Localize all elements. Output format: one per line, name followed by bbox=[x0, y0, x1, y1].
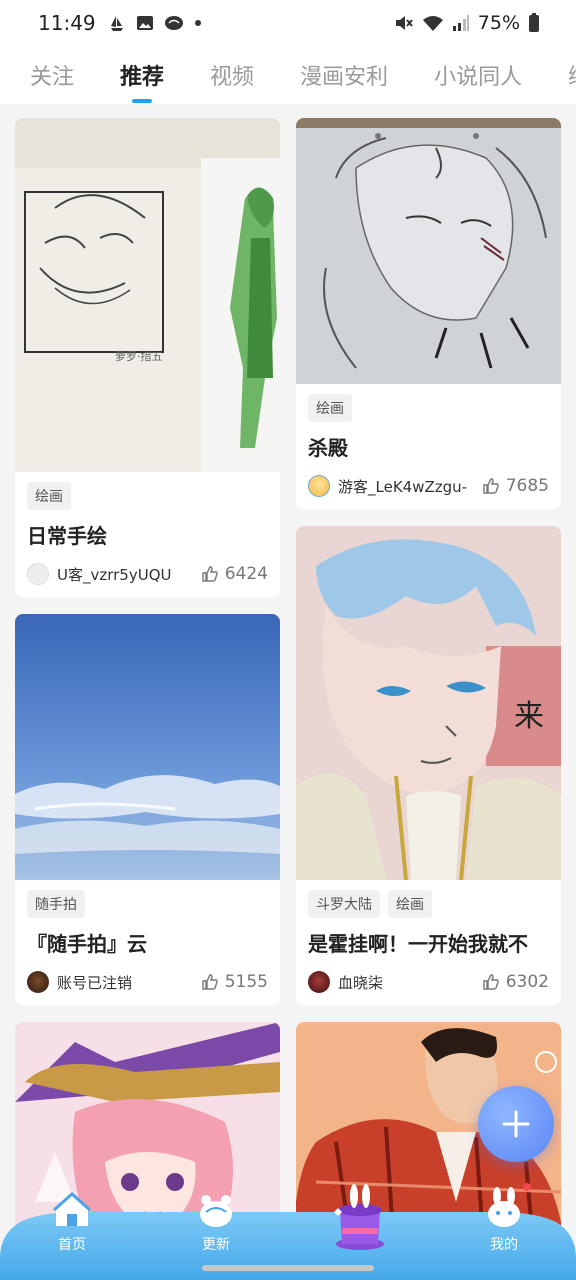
author-name[interactable]: 游客_LeK4wZzgu- bbox=[338, 476, 482, 497]
nav-update-label: 更新 bbox=[202, 1237, 230, 1253]
nav-mine-label: 我的 bbox=[490, 1237, 518, 1253]
author-name[interactable]: 血晓柒 bbox=[338, 972, 482, 993]
tab-follow[interactable]: 关注 bbox=[30, 59, 74, 91]
thumbs-up-icon[interactable] bbox=[201, 565, 219, 583]
more-notifications-dot-icon bbox=[194, 19, 202, 27]
update-mascot-icon bbox=[196, 1190, 236, 1230]
avatar[interactable] bbox=[308, 475, 330, 497]
tab-drawing[interactable]: 绘 bbox=[568, 59, 576, 91]
plus-icon bbox=[501, 1109, 531, 1139]
notification-dot-icon bbox=[522, 1182, 532, 1192]
status-time: 11:49 bbox=[38, 11, 96, 35]
avatar[interactable] bbox=[27, 971, 49, 993]
battery-percent: 75% bbox=[477, 12, 520, 34]
post-title: 日常手绘 bbox=[27, 524, 107, 548]
svg-text:来: 来 bbox=[514, 699, 544, 734]
post-tag[interactable]: 绘画 bbox=[388, 890, 432, 918]
post-tag[interactable]: 绘画 bbox=[308, 394, 352, 422]
category-tabs: 关注 推荐 视频 漫画安利 小说同人 绘 bbox=[0, 46, 576, 104]
home-icon bbox=[52, 1190, 92, 1230]
status-bar: 11:49 75% bbox=[0, 0, 576, 46]
app-notification-icon bbox=[164, 14, 184, 32]
post-image[interactable]: 萝罗·措五 bbox=[15, 118, 280, 472]
system-home-indicator[interactable] bbox=[202, 1265, 374, 1271]
post-title: 杀殿 bbox=[308, 436, 348, 460]
thumbs-up-icon[interactable] bbox=[482, 973, 500, 991]
tab-recommend[interactable]: 推荐 bbox=[120, 59, 164, 91]
mute-icon bbox=[394, 14, 414, 32]
thumbs-up-icon[interactable] bbox=[201, 973, 219, 991]
post-tag[interactable]: 斗罗大陆 bbox=[308, 890, 380, 918]
post-title: 『随手拍』云 bbox=[27, 932, 147, 956]
nav-home[interactable]: 首页 bbox=[32, 1191, 112, 1258]
battery-icon bbox=[528, 13, 540, 33]
magic-hat-icon bbox=[330, 1182, 390, 1254]
nav-magic-hat[interactable] bbox=[320, 1184, 400, 1258]
thumbs-up-icon[interactable] bbox=[482, 477, 500, 495]
tab-video[interactable]: 视频 bbox=[210, 59, 254, 91]
like-count: 6302 bbox=[505, 972, 549, 992]
post-card[interactable]: 绘画 杀殿 游客_LeK4wZzgu- 7685 bbox=[296, 118, 561, 509]
create-post-button[interactable] bbox=[478, 1086, 554, 1162]
tab-novel-fanfic[interactable]: 小说同人 bbox=[434, 59, 522, 91]
post-title: 是霍挂啊！一开始我就不 bbox=[308, 932, 528, 956]
signal-icon bbox=[452, 14, 470, 32]
nav-mine[interactable]: 我的 bbox=[464, 1183, 544, 1258]
post-card[interactable]: 萝罗·措五 绘画 日常手绘 U客_vzrr5yUQU 6424 bbox=[15, 118, 280, 597]
post-card[interactable]: 随手拍 『随手拍』云 账号已注销 5155 bbox=[15, 614, 280, 1005]
avatar[interactable] bbox=[308, 971, 330, 993]
like-count: 7685 bbox=[505, 476, 549, 496]
avatar[interactable] bbox=[27, 563, 49, 585]
post-tag[interactable]: 绘画 bbox=[27, 482, 71, 510]
nav-update[interactable]: 更新 bbox=[176, 1195, 256, 1258]
post-image[interactable] bbox=[296, 118, 561, 384]
tab-comic-recommend[interactable]: 漫画安利 bbox=[300, 59, 388, 91]
like-count: 5155 bbox=[224, 972, 268, 992]
boat-notification-icon bbox=[108, 14, 126, 32]
like-count: 6424 bbox=[224, 564, 268, 584]
author-name[interactable]: 账号已注销 bbox=[57, 972, 201, 993]
wifi-icon bbox=[422, 14, 444, 32]
post-image[interactable] bbox=[15, 614, 280, 880]
profile-mascot-icon bbox=[484, 1186, 524, 1230]
post-card[interactable]: 来 斗罗大陆 绘画 是霍挂啊！一开始我就不 血晓柒 6302 bbox=[296, 526, 561, 1005]
author-name[interactable]: U客_vzrr5yUQU bbox=[57, 564, 201, 585]
svg-text:萝罗·措五: 萝罗·措五 bbox=[115, 349, 163, 363]
gallery-notification-icon bbox=[136, 14, 154, 32]
post-image[interactable]: 来 bbox=[296, 526, 561, 880]
post-tag[interactable]: 随手拍 bbox=[27, 890, 85, 918]
nav-home-label: 首页 bbox=[58, 1237, 86, 1253]
